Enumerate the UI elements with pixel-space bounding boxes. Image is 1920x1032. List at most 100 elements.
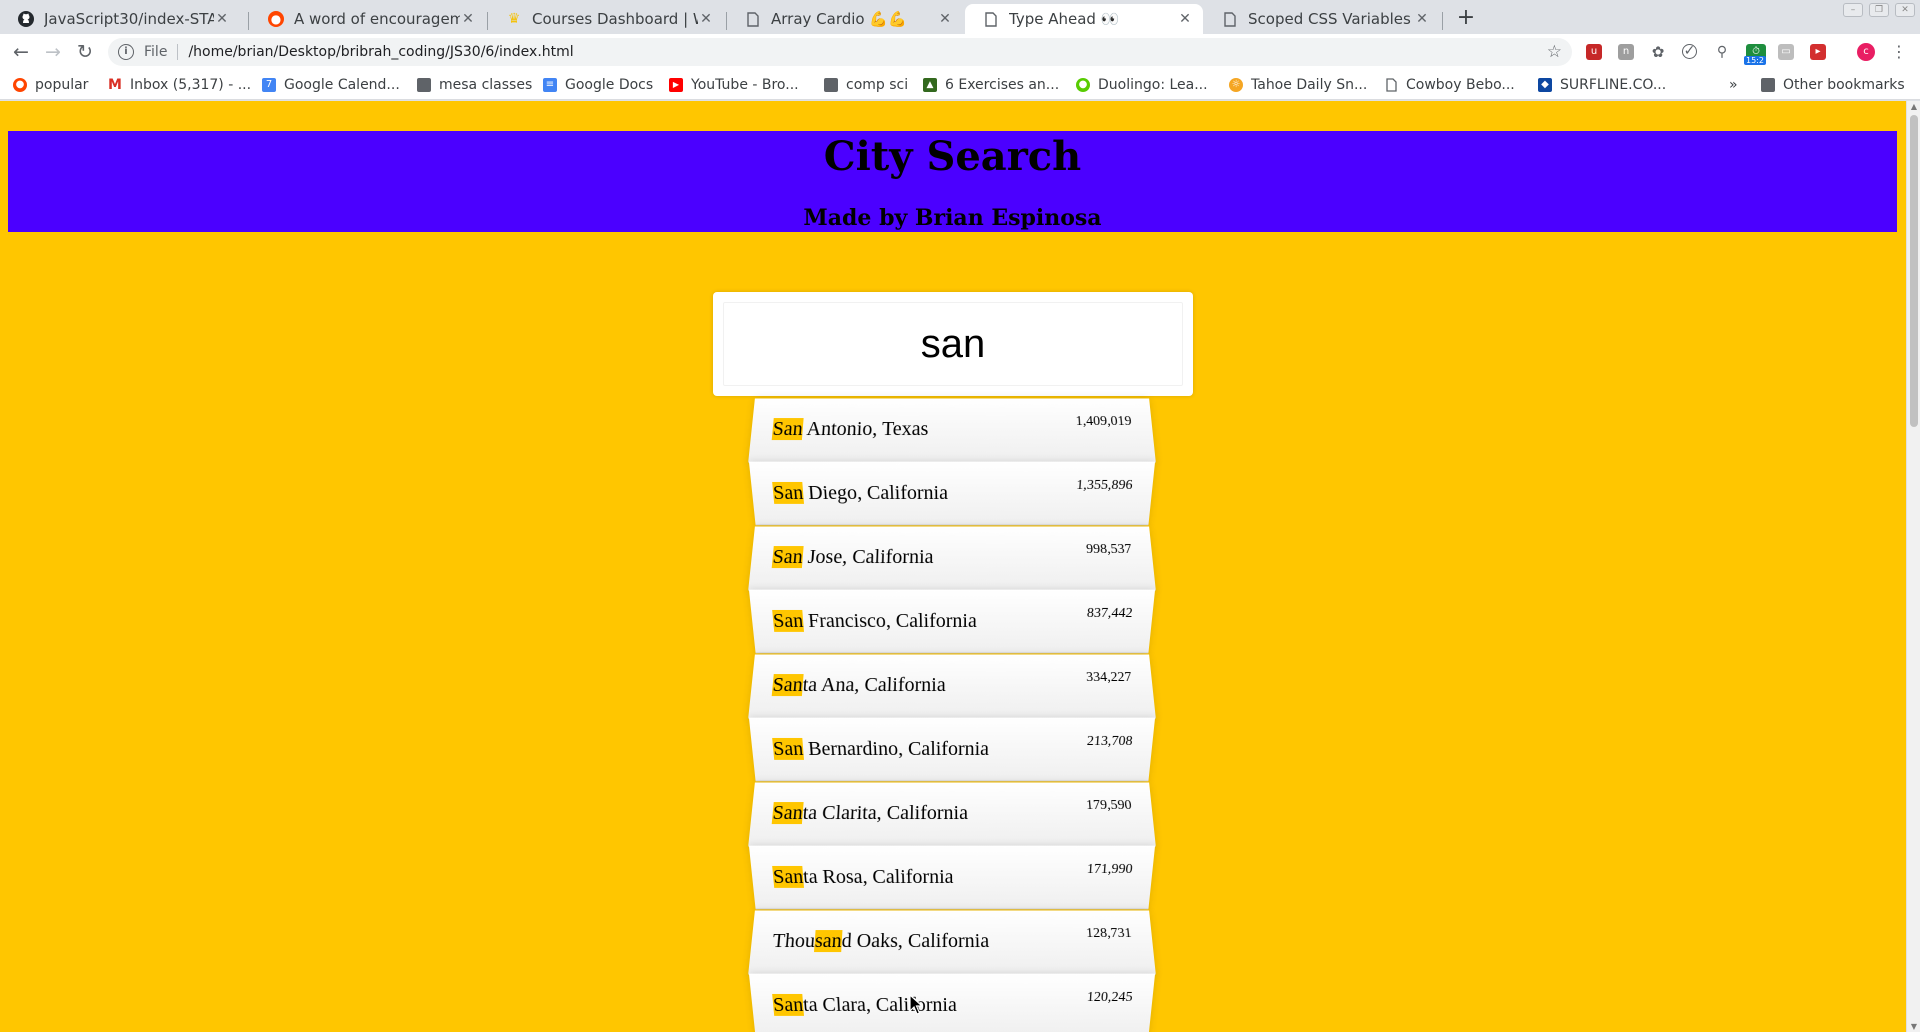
suggestion-item[interactable]: Santa Clara, California 120,245 xyxy=(748,973,1156,1032)
chart-icon: ▲ xyxy=(923,78,937,92)
name-suffix: Antonio, Texas xyxy=(801,418,929,441)
page-subtitle: Made by Brian Espinosa xyxy=(803,205,1102,231)
folder-icon xyxy=(417,78,431,92)
extension-icon-2[interactable]: ▭ xyxy=(1778,44,1794,60)
suggestion-item[interactable]: San Francisco, California 837,442 xyxy=(748,589,1156,654)
bookmark-google-docs[interactable]: ≡ Google Docs xyxy=(543,75,653,95)
city-state-name: San Jose, California xyxy=(771,546,1088,569)
close-icon[interactable]: ✕ xyxy=(460,11,476,27)
bookmark-tahoe-daily[interactable]: ☼ Tahoe Daily Sn... xyxy=(1229,75,1367,95)
bookmark-popular[interactable]: ● popular xyxy=(13,75,88,95)
close-icon[interactable]: ✕ xyxy=(698,11,714,27)
population-value: 128,731 xyxy=(1085,926,1133,941)
name-suffix: d Oaks, California xyxy=(841,930,990,953)
scrollbar-thumb[interactable] xyxy=(1910,115,1918,427)
search-input[interactable] xyxy=(723,302,1183,386)
page-icon xyxy=(1384,78,1398,92)
suggestion-item[interactable]: San Bernardino, California 213,708 xyxy=(748,717,1156,782)
tab-separator xyxy=(248,12,249,30)
bookmark-duolingo[interactable]: ● Duolingo: Lea... xyxy=(1076,75,1208,95)
reload-button[interactable]: ↻ xyxy=(73,40,97,64)
menu-kebab-icon[interactable]: ⋮ xyxy=(1887,40,1911,64)
page-scrollbar[interactable]: ▲ ▼ xyxy=(1906,101,1920,1032)
info-icon[interactable]: i xyxy=(118,44,134,60)
suggestion-item[interactable]: San Diego, California 1,355,896 xyxy=(748,461,1156,526)
puzzle-icon[interactable]: ✿ xyxy=(1650,44,1666,60)
bookmark-inbox[interactable]: M Inbox (5,317) - ... xyxy=(108,75,251,95)
bookmark-label: Other bookmarks xyxy=(1783,77,1905,93)
url-text[interactable]: /home/brian/Desktop/bribrah_coding/JS30/… xyxy=(188,44,573,60)
suggestion-item[interactable]: San Jose, California 998,537 xyxy=(748,526,1156,591)
population-value: 171,990 xyxy=(1086,861,1134,877)
population-value: 1,409,019 xyxy=(1075,414,1133,429)
check-icon[interactable]: ✓ xyxy=(1682,44,1697,59)
bookmark-google-calendar[interactable]: 7 Google Calend... xyxy=(262,75,400,95)
bookmark-mesa-classes[interactable]: mesa classes xyxy=(417,75,532,95)
bookmark-star-icon[interactable]: ☆ xyxy=(1547,42,1562,62)
other-bookmarks[interactable]: Other bookmarks xyxy=(1761,75,1905,95)
close-icon[interactable]: ✕ xyxy=(1414,11,1430,27)
population-value: 837,442 xyxy=(1086,605,1134,621)
tab-type-ahead[interactable]: Type Ahead 👀 ✕ xyxy=(965,4,1203,34)
tab-javascript30[interactable]: JavaScript30/index-START ✕ xyxy=(0,4,240,34)
city-state-name: San Francisco, California xyxy=(772,609,1087,633)
tab-word-of-encouragement[interactable]: ● A word of encouragemen ✕ xyxy=(250,4,486,34)
scroll-down-icon[interactable]: ▼ xyxy=(1909,1022,1919,1031)
bookmark-comp-sci[interactable]: comp sci xyxy=(824,75,908,95)
new-tab-button[interactable]: + xyxy=(1454,6,1478,30)
tab-scoped-css-variables[interactable]: Scoped CSS Variables and ✕ xyxy=(1204,4,1440,34)
bookmark-label: SURFLINE.CO... xyxy=(1560,77,1667,93)
window-close-button[interactable]: ✕ xyxy=(1895,3,1915,17)
tab-title: Scoped CSS Variables and xyxy=(1248,10,1414,28)
close-icon[interactable]: ✕ xyxy=(214,11,230,27)
suggestion-item[interactable]: San Antonio, Texas 1,409,019 xyxy=(748,398,1156,463)
bookmarks-overflow-button[interactable]: » xyxy=(1729,75,1738,95)
back-button[interactable]: ← xyxy=(9,40,33,64)
population-value: 120,245 xyxy=(1086,989,1134,1005)
profile-avatar[interactable]: c xyxy=(1857,43,1875,61)
bookmark-label: Google Docs xyxy=(565,77,654,93)
omnibox-divider xyxy=(177,44,179,60)
bookmark-6-exercises[interactable]: ▲ 6 Exercises an... xyxy=(923,75,1059,95)
city-state-name: Santa Rosa, California xyxy=(772,865,1087,889)
match-highlight: San xyxy=(772,609,805,632)
page-title: City Search xyxy=(823,133,1082,180)
city-state-name: San Antonio, Texas xyxy=(771,418,1077,441)
population-value: 1,355,896 xyxy=(1075,477,1134,493)
close-icon[interactable]: ✕ xyxy=(1177,11,1193,27)
match-highlight: San xyxy=(772,865,805,888)
search-form xyxy=(713,292,1193,396)
close-icon[interactable]: ✕ xyxy=(937,11,953,27)
bookmark-surfline[interactable]: ◆ SURFLINE.CO... xyxy=(1538,75,1666,95)
suggestion-item[interactable]: Santa Ana, California 334,227 xyxy=(748,654,1156,719)
suggestion-item[interactable]: Santa Clarita, California 179,590 xyxy=(748,782,1156,847)
bookmark-cowboy-bebop[interactable]: Cowboy Bebo... xyxy=(1384,75,1515,95)
forward-button[interactable]: → xyxy=(41,40,65,64)
header-banner: City Search Made by Brian Espinosa xyxy=(8,131,1897,232)
address-bar[interactable]: i File /home/brian/Desktop/bribrah_codin… xyxy=(108,38,1572,66)
gmail-icon: M xyxy=(108,77,122,93)
bookmark-label: Inbox (5,317) - ... xyxy=(130,77,252,93)
github-icon xyxy=(18,11,34,27)
city-state-name: San Bernardino, California xyxy=(772,737,1087,761)
folder-icon xyxy=(1761,78,1775,92)
bookmark-label: Google Calend... xyxy=(284,77,400,93)
page-icon xyxy=(745,11,761,27)
zoom-icon[interactable]: ⚲ xyxy=(1714,44,1730,60)
tab-title: A word of encouragemen xyxy=(294,10,460,28)
suggestion-item[interactable]: Santa Rosa, California 171,990 xyxy=(748,845,1156,910)
tab-array-cardio[interactable]: Array Cardio 💪💪 ✕ xyxy=(727,4,963,34)
extension-icon[interactable]: n xyxy=(1618,44,1634,60)
match-highlight: San xyxy=(771,802,804,825)
minimize-button[interactable]: – xyxy=(1843,3,1863,17)
suggestion-item[interactable]: Thousand Oaks, California 128,731 xyxy=(748,910,1156,975)
bookmark-youtube[interactable]: ▶ YouTube - Bro... xyxy=(669,75,799,95)
maximize-button[interactable]: ❐ xyxy=(1869,3,1889,17)
name-suffix: Bernardino, California xyxy=(802,737,990,760)
extension-icon-3[interactable]: ▸ xyxy=(1810,44,1826,60)
ublock-icon[interactable]: u xyxy=(1586,44,1602,60)
page-viewport: City Search Made by Brian Espinosa San A… xyxy=(0,101,1906,1032)
crown-icon: ♛ xyxy=(507,11,521,27)
tab-courses-dashboard[interactable]: ♛ Courses Dashboard | Wes ✕ xyxy=(488,4,724,34)
scroll-up-icon[interactable]: ▲ xyxy=(1909,102,1919,111)
